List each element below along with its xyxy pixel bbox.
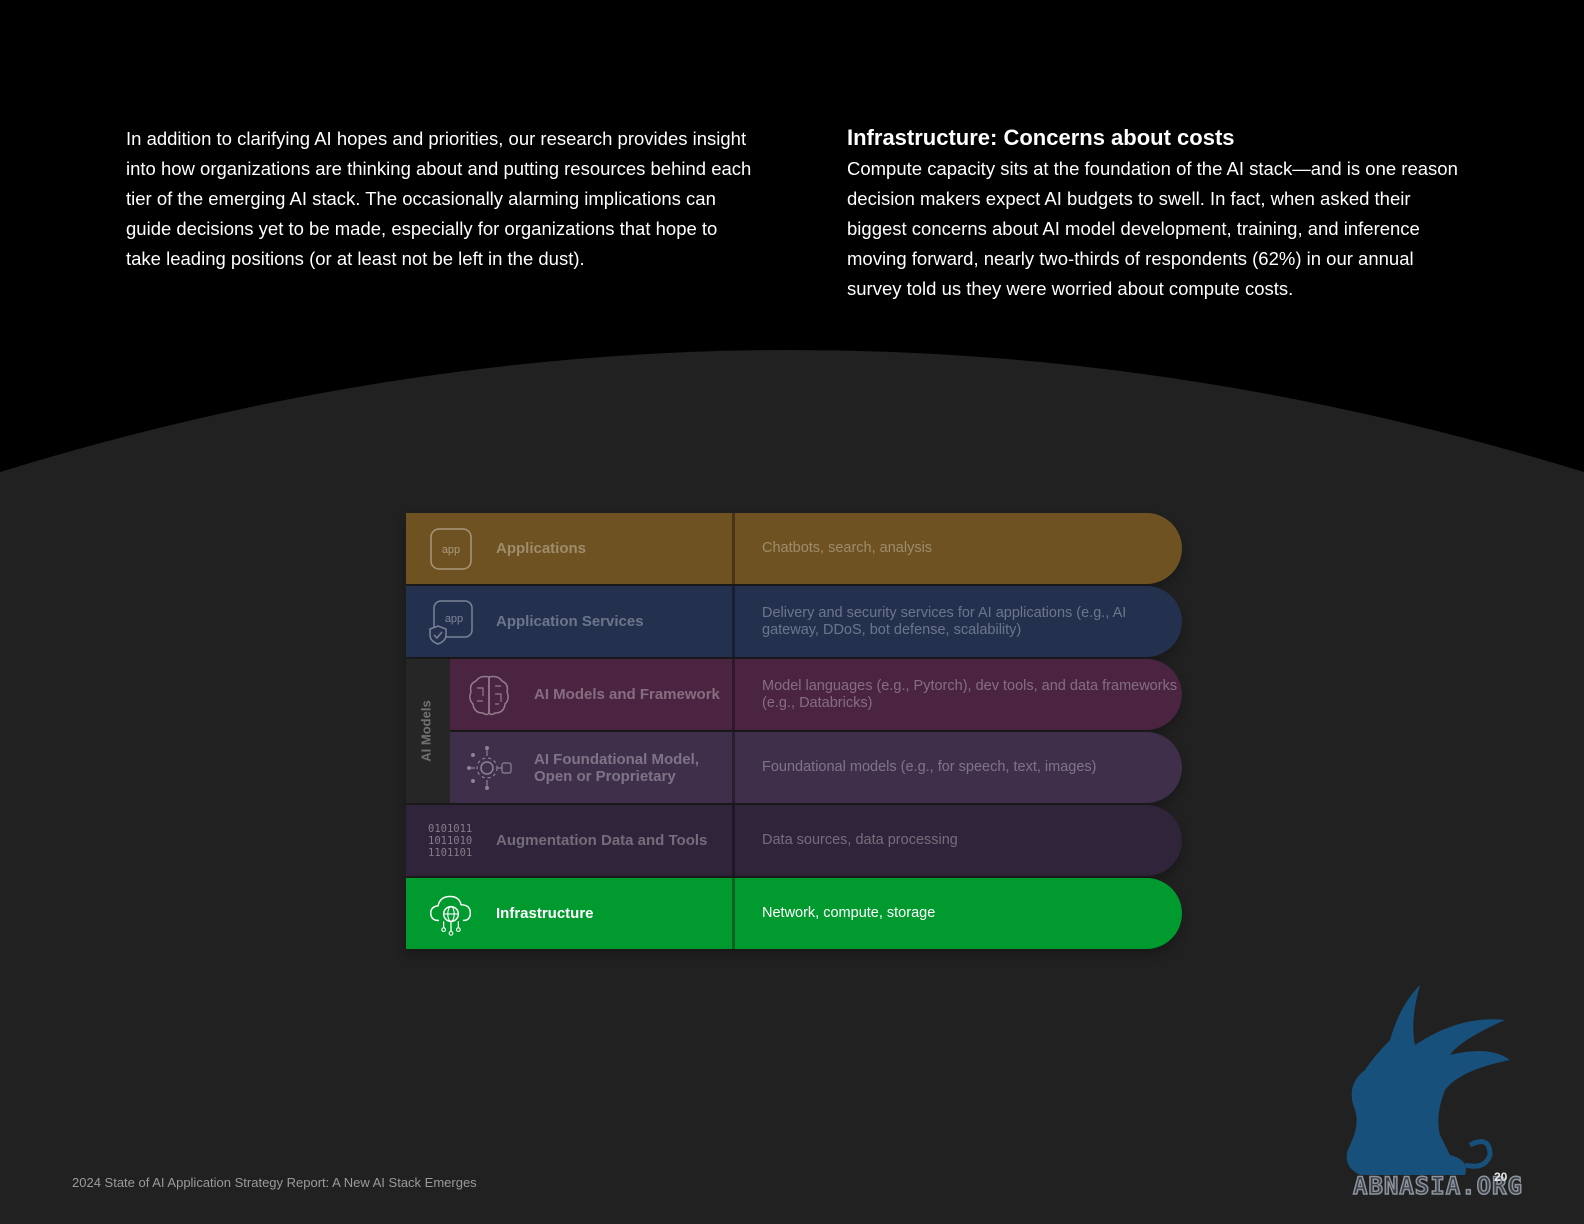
network-gear-icon (466, 745, 512, 791)
stack-row-description: Delivery and security services for AI ap… (762, 604, 1127, 638)
binary-icon: 0101011 1011010 1101101 (428, 823, 473, 859)
stack-row-description: Foundational models (e.g., for speech, t… (762, 759, 1097, 775)
page-number: 20 (1494, 1170, 1508, 1184)
stack-row-foundational-model: AI Foundational Model, Open or Proprieta… (406, 732, 1182, 803)
footer-text: 2024 State of AI Application Strategy Re… (72, 1175, 477, 1190)
intro-column: In addition to clarifying AI hopes and p… (126, 124, 756, 274)
stack-row-description: Network, compute, storage (762, 905, 936, 921)
stack-row-title: Augmentation Data and Tools (496, 832, 708, 849)
section-heading: Infrastructure: Concerns about costs (847, 125, 1235, 150)
stack-row-infrastructure: Infrastructure Network, compute, storage (406, 878, 1182, 949)
stack-row-description: Chatbots, search, analysis (762, 540, 933, 556)
stack-row-description: Data sources, data processing (762, 832, 958, 848)
intro-paragraph: In addition to clarifying AI hopes and p… (126, 128, 752, 269)
ai-stack-diagram: app Applications Chatbots, search, analy… (406, 513, 1182, 951)
svg-text:app: app (442, 544, 460, 556)
stack-row-augmentation: 0101011 1011010 1101101 Augmentation Dat… (406, 805, 1182, 876)
svg-text:app: app (445, 613, 463, 625)
app-icon: app (428, 526, 474, 572)
griffin-logo-icon (1346, 985, 1510, 1175)
stack-row-title: AI Models and Framework (534, 686, 720, 703)
stack-row-applications: app Applications Chatbots, search, analy… (406, 513, 1182, 584)
stack-row-title: Infrastructure (496, 905, 594, 922)
stack-row-title: AI Foundational Model, Open or Proprieta… (534, 750, 699, 785)
section-paragraph: Compute capacity sits at the foundation … (847, 158, 1458, 299)
stack-row-description: Model languages (e.g., Pytorch), dev too… (762, 677, 1178, 711)
app-shield-icon: app (428, 599, 474, 645)
stack-row-application-services: app Application Services Delivery and se… (406, 586, 1182, 657)
ai-models-group-label: AI Models (418, 700, 434, 762)
infrastructure-column: Infrastructure: Concerns about costs Com… (847, 124, 1467, 304)
stack-row-title: Application Services (496, 613, 644, 630)
stack-row-title: Applications (496, 540, 587, 557)
brain-icon (466, 672, 512, 718)
stack-row-ai-models-framework: AI Models and Framework Model languages … (406, 659, 1182, 730)
cloud-globe-icon (428, 891, 474, 937)
